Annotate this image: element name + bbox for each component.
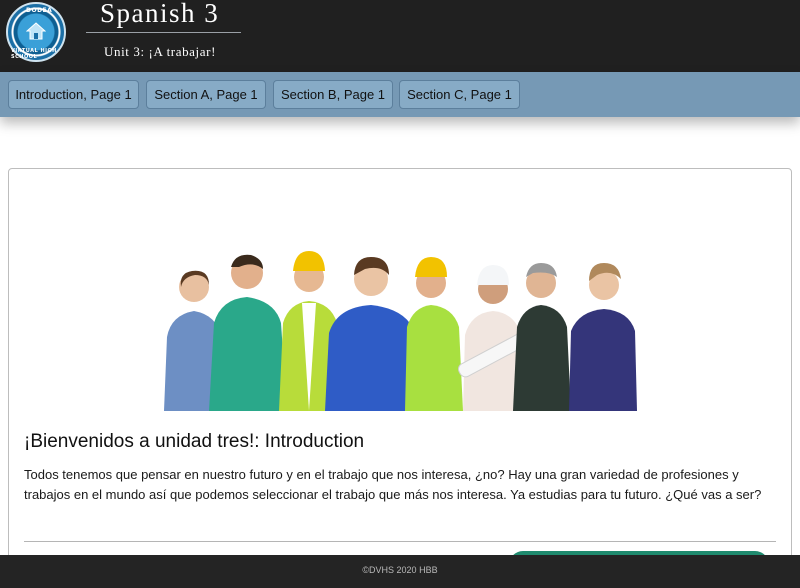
logo-top-text: DODEA: [26, 7, 53, 14]
page-footer: ©DVHS 2020 HBB: [0, 555, 800, 588]
footer-copyright: ©DVHS 2020 HBB: [362, 565, 438, 575]
worker-technician: [569, 263, 637, 411]
section-heading: ¡Bienvenidos a unidad tres!: Introductio…: [24, 431, 365, 452]
worker-mechanic: [325, 257, 419, 411]
content-card: ¡Bienvenidos a unidad tres!: Introductio…: [8, 168, 792, 568]
content-divider: [24, 541, 776, 542]
nav-button-section-b[interactable]: Section B, Page 1: [273, 80, 393, 109]
worker-senior: [513, 263, 571, 411]
nav-button-introduction[interactable]: Introduction, Page 1: [8, 80, 139, 109]
school-logo[interactable]: DODEA VIRTUAL HIGH SCHOOL: [6, 2, 66, 62]
nav-bar: Introduction, Page 1 Section A, Page 1 S…: [0, 72, 800, 117]
nav-button-section-c[interactable]: Section C, Page 1: [399, 80, 520, 109]
top-header: DODEA VIRTUAL HIGH SCHOOL Spanish 3 Unit…: [0, 0, 800, 72]
worker-builder: [405, 257, 463, 411]
page-title: Spanish 3: [100, 0, 220, 28]
title-divider: [86, 32, 241, 33]
nav-button-section-a[interactable]: Section A, Page 1: [146, 80, 266, 109]
workers-photo: [164, 251, 637, 411]
intro-paragraph: Todos tenemos que pensar en nuestro futu…: [24, 467, 762, 502]
house-icon: [26, 22, 46, 40]
worker-surgeon: [209, 254, 287, 411]
page-subtitle: Unit 3: ¡A trabajar!: [104, 44, 216, 59]
title-block: Spanish 3 Unit 3: ¡A trabajar!: [86, 0, 241, 66]
logo-bottom-text: VIRTUAL HIGH SCHOOL: [11, 48, 57, 60]
